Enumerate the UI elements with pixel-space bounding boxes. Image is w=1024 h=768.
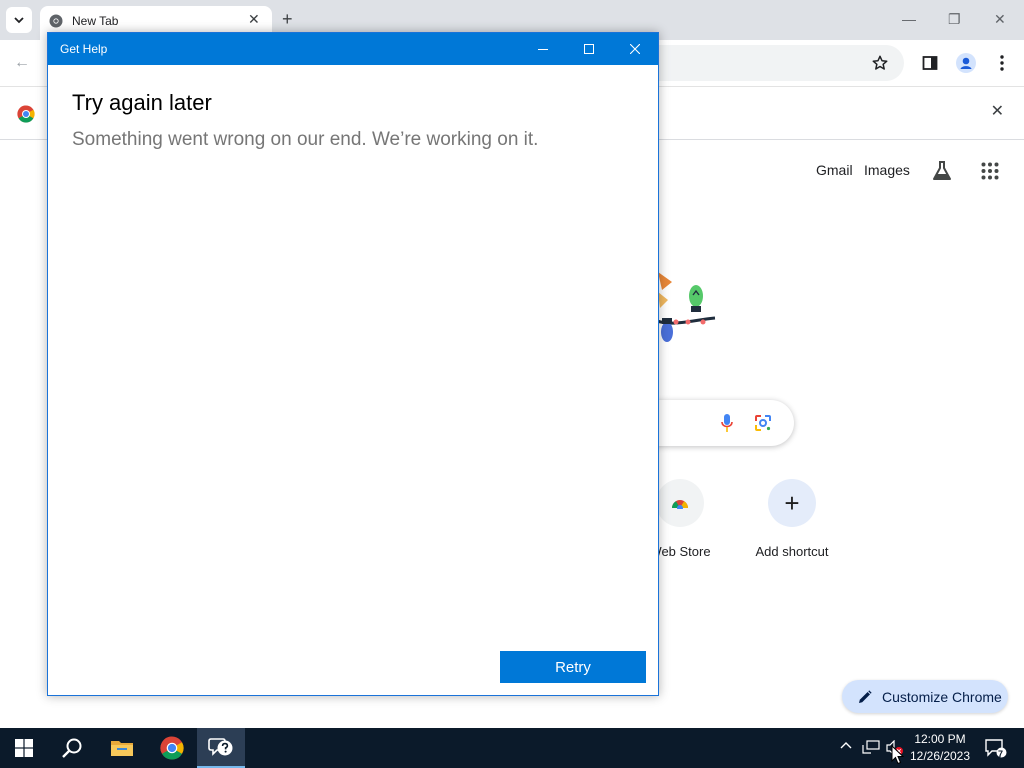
chrome-icon — [160, 736, 184, 760]
action-center-button[interactable]: 7 — [976, 728, 1016, 768]
chrome-logo-icon — [17, 105, 35, 123]
start-icon — [15, 739, 33, 757]
tab-close-icon[interactable]: ✕ — [248, 12, 262, 26]
chrome-web-store-icon — [672, 500, 688, 509]
chevron-down-icon — [14, 17, 24, 24]
profile-avatar-icon[interactable] — [955, 52, 977, 74]
retry-button[interactable]: Retry — [500, 651, 646, 683]
get-help-taskbar-button[interactable] — [197, 728, 245, 768]
tab-title: New Tab — [72, 14, 119, 28]
search-icon — [62, 738, 82, 758]
clock-time: 12:00 PM — [914, 732, 966, 746]
dialog-maximize-button[interactable] — [566, 33, 612, 65]
error-message: Something went wrong on our end. We’re w… — [72, 129, 539, 150]
window-close-button[interactable]: ✕ — [994, 12, 1006, 26]
file-explorer-icon — [111, 741, 133, 756]
new-tab-button[interactable]: + — [282, 10, 293, 28]
notification-icon — [985, 739, 1007, 758]
file-explorer-button[interactable] — [98, 728, 146, 768]
maximize-icon — [584, 44, 594, 54]
chrome-favicon-icon — [49, 14, 63, 28]
dialog-title: Get Help — [60, 42, 108, 56]
close-icon — [630, 44, 640, 54]
gmail-link[interactable]: Gmail — [816, 162, 853, 178]
network-icon[interactable] — [862, 740, 880, 757]
get-help-icon — [208, 738, 233, 756]
google-apps-icon[interactable] — [981, 162, 999, 185]
taskbar-search-button[interactable] — [48, 728, 96, 768]
dialog-minimize-button[interactable] — [520, 33, 566, 65]
labs-flask-icon[interactable] — [931, 160, 953, 187]
bookmark-star-icon[interactable] — [869, 52, 891, 74]
clock-date: 12/26/2023 — [909, 749, 971, 763]
voice-search-mic-icon[interactable] — [721, 413, 733, 433]
add-shortcut-tile[interactable]: + — [768, 479, 816, 527]
taskbar-clock[interactable]: 12:00 PM 12/26/2023 — [900, 731, 980, 765]
tab-search-button[interactable] — [6, 7, 32, 33]
show-hidden-icons-chevron-icon[interactable] — [840, 739, 852, 753]
side-panel-icon[interactable] — [919, 52, 941, 74]
lens-camera-icon[interactable] — [754, 414, 772, 432]
add-shortcut-label[interactable]: Add shortcut — [736, 544, 848, 559]
images-link[interactable]: Images — [864, 162, 910, 178]
pencil-icon — [859, 689, 872, 703]
dialog-close-button[interactable] — [612, 33, 658, 65]
web-store-shortcut-tile[interactable] — [656, 479, 704, 527]
plus-icon: + — [784, 488, 800, 518]
infobar-close-icon[interactable]: ✕ — [991, 104, 1004, 120]
mouse-cursor-icon — [891, 745, 905, 765]
error-heading: Try again later — [72, 90, 212, 115]
minimize-button[interactable]: — — [902, 12, 916, 26]
restore-button[interactable]: ❐ — [948, 12, 961, 26]
start-button[interactable] — [0, 728, 48, 768]
minimize-icon — [538, 49, 548, 50]
more-menu-icon[interactable] — [991, 52, 1013, 74]
chrome-taskbar-button[interactable] — [148, 728, 196, 768]
back-arrow-icon[interactable]: ← — [14, 54, 30, 72]
dialog-titlebar[interactable]: Get Help — [48, 33, 658, 65]
notification-count-badge: 7 — [998, 749, 1004, 759]
customize-chrome-button[interactable]: Customize Chrome — [842, 680, 1008, 713]
customize-chrome-label: Customize Chrome — [882, 688, 1002, 705]
get-help-window: Get Help Try again later Something went … — [47, 32, 659, 696]
